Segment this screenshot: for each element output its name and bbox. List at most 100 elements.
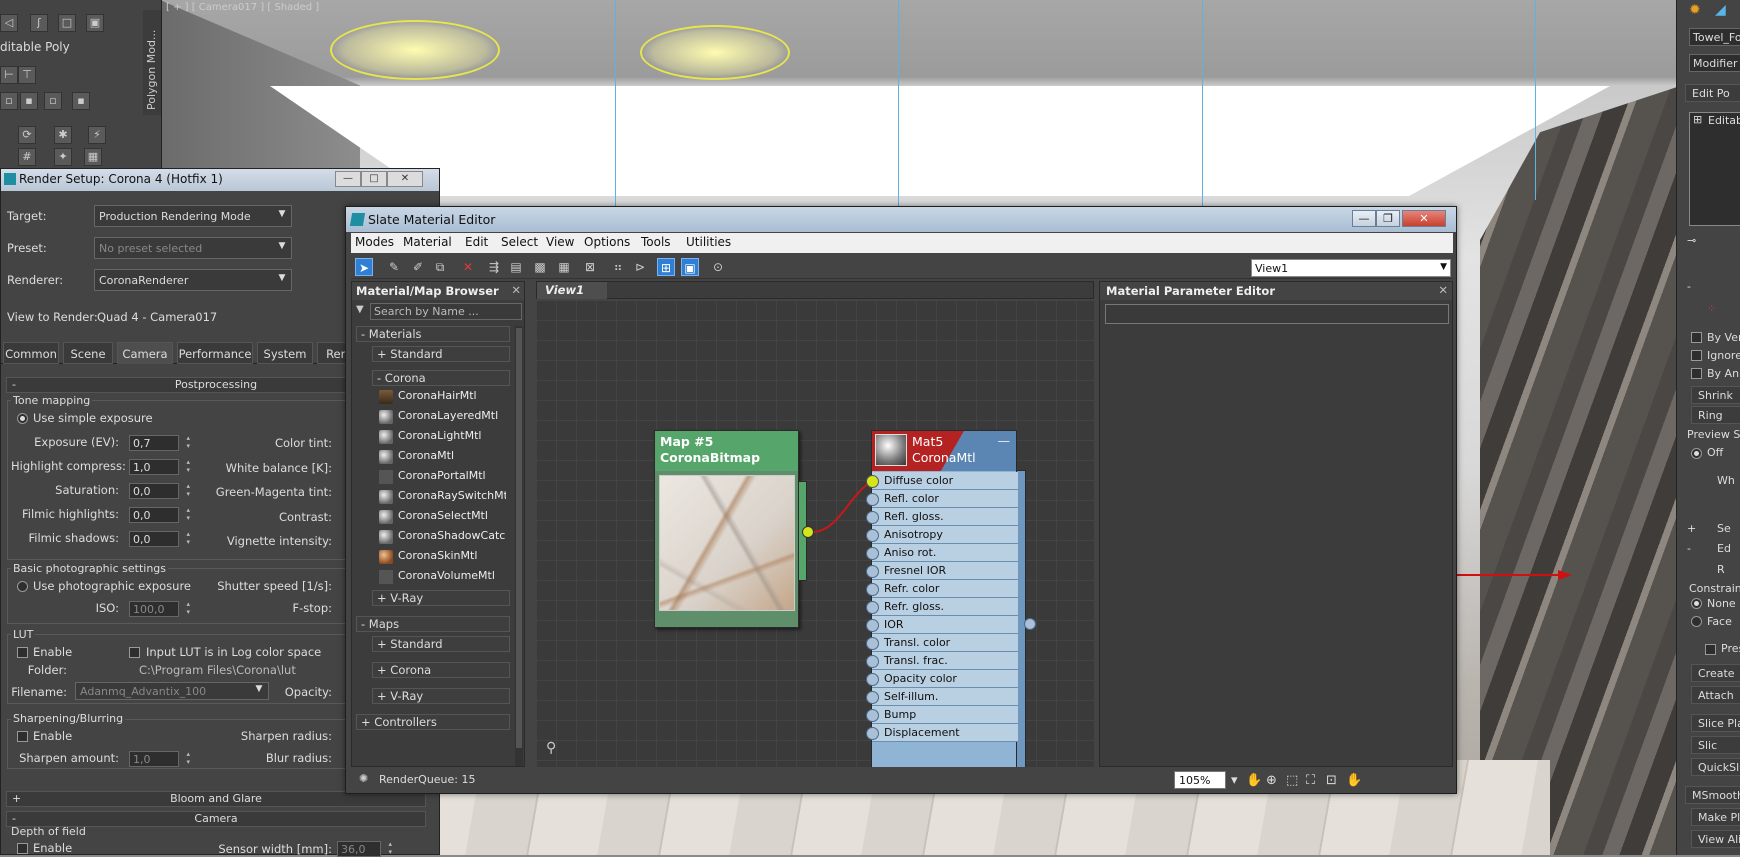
msmooth-button[interactable]: MSmooth bbox=[1685, 786, 1740, 804]
menu-utilities[interactable]: Utilities bbox=[686, 235, 731, 249]
polygon-modeling-tab[interactable]: Polygon Mod... bbox=[143, 10, 161, 115]
slot-aniso-rot[interactable]: Aniso rot. bbox=[866, 544, 1018, 562]
rollout-plus[interactable]: + bbox=[1687, 522, 1696, 535]
zoom-dropdown[interactable]: 105% bbox=[1174, 771, 1226, 789]
view-to-render-value[interactable]: Quad 4 - Camera017 bbox=[97, 310, 217, 324]
material-map-browser-toggle-icon[interactable]: ⊞ bbox=[657, 258, 675, 276]
close-icon[interactable]: ✕ bbox=[1438, 283, 1448, 297]
highlight-compress-spinner[interactable]: 1,0 bbox=[129, 458, 190, 475]
pin-stack-icon[interactable]: ⊸ bbox=[1687, 234, 1696, 247]
exposure-spinner[interactable]: 0,7 bbox=[129, 434, 190, 451]
list-item[interactable]: CoronaLayeredMtl bbox=[376, 408, 506, 426]
browser-sub-maps-vray[interactable]: + V-Ray bbox=[372, 688, 510, 704]
put-to-library-icon[interactable]: ⧉ bbox=[431, 258, 449, 276]
hide-unused-icon[interactable]: ▤ bbox=[507, 258, 525, 276]
quickslice-button[interactable]: QuickSl bbox=[1691, 758, 1740, 776]
lasso-select-icon[interactable]: ʃ bbox=[30, 14, 48, 32]
render-setup-titlebar[interactable]: Render Setup: Corona 4 (Hotfix 1) — □ ✕ bbox=[1, 169, 439, 191]
browser-sub-maps-standard[interactable]: + Standard bbox=[372, 636, 510, 652]
by-vertex-checkbox[interactable] bbox=[1691, 332, 1702, 343]
pick-material-icon[interactable]: ✎ bbox=[385, 258, 403, 276]
slot-displacement[interactable]: Displacement bbox=[866, 724, 1018, 742]
rollout-minus[interactable]: - bbox=[1687, 542, 1691, 555]
rollout-minus[interactable]: - bbox=[1687, 280, 1691, 293]
list-item[interactable]: CoronaVolumeMtl bbox=[376, 568, 506, 586]
square-icon[interactable]: □ bbox=[58, 14, 76, 32]
filmic-shadows-spinner[interactable]: 0,0 bbox=[129, 530, 190, 547]
tool-icon[interactable]: ▫ bbox=[44, 92, 62, 110]
dof-enable-checkbox[interactable] bbox=[17, 843, 28, 854]
browser-sub-corona[interactable]: - Corona bbox=[372, 370, 510, 386]
tool-icon[interactable]: ✱ bbox=[54, 126, 72, 144]
zoom-selected-icon[interactable]: ⊡ bbox=[1326, 773, 1337, 788]
tab-view1[interactable]: View1 bbox=[537, 282, 607, 299]
renderer-dropdown[interactable]: CoronaRenderer ▼ bbox=[94, 269, 292, 291]
modify-icon[interactable]: ◢ bbox=[1715, 2, 1726, 18]
slot-bump[interactable]: Bump bbox=[866, 706, 1018, 724]
stack-item-editable[interactable]: Editab bbox=[1708, 114, 1740, 127]
sharpen-amount-spinner[interactable]: 1,0 bbox=[129, 750, 190, 767]
menu-edit[interactable]: Edit bbox=[465, 235, 488, 249]
preserve-uvs-checkbox[interactable] bbox=[1705, 644, 1716, 655]
list-item[interactable]: CoronaSkinMtl bbox=[376, 548, 506, 566]
slot-refl-color[interactable]: Refl. color bbox=[866, 490, 1018, 508]
use-simple-exposure-radio[interactable] bbox=[17, 413, 28, 424]
tool-icon[interactable]: ▦ bbox=[84, 148, 102, 166]
tab-scene[interactable]: Scene bbox=[63, 342, 113, 364]
tab-camera[interactable]: Camera bbox=[117, 342, 173, 364]
parameter-editor-toggle-icon[interactable]: ▣ bbox=[681, 258, 699, 276]
zoom-region-icon[interactable]: ⬚ bbox=[1286, 773, 1298, 788]
browser-scrollbar[interactable] bbox=[515, 326, 523, 766]
binoculars-icon[interactable]: ⚲ bbox=[546, 740, 556, 756]
modifier-stack[interactable]: ⊞ Editab bbox=[1689, 112, 1740, 226]
sample-uv-icon[interactable]: ⊠ bbox=[581, 258, 599, 276]
slot-anisotropy[interactable]: Anisotropy bbox=[866, 526, 1018, 544]
restore-button[interactable]: ❐ bbox=[1376, 210, 1400, 227]
menu-options[interactable]: Options bbox=[584, 235, 630, 249]
slot-transl-frac[interactable]: Transl. frac. bbox=[866, 652, 1018, 670]
pan-to-selected-icon[interactable]: ✋ bbox=[1346, 773, 1362, 788]
preset-dropdown[interactable]: No preset selected ▼ bbox=[94, 237, 292, 259]
cube-icon[interactable]: ▣ bbox=[86, 14, 104, 32]
move-children-icon[interactable]: ⇶ bbox=[485, 258, 503, 276]
delete-icon[interactable]: ✕ bbox=[459, 258, 477, 276]
pin-icon[interactable]: ⊢ bbox=[0, 66, 18, 84]
browser-sub-standard[interactable]: + Standard bbox=[372, 346, 510, 362]
repeat-last-label[interactable]: R bbox=[1717, 563, 1725, 576]
slot-refl-gloss[interactable]: Refl. gloss. bbox=[866, 508, 1018, 526]
tool-icon[interactable]: ▪ bbox=[20, 92, 38, 110]
checker-background-icon[interactable]: ▦ bbox=[555, 258, 573, 276]
modifier-list-dropdown[interactable]: Modifier Li bbox=[1689, 54, 1740, 72]
view-select-dropdown[interactable]: View1 ▼ bbox=[1251, 259, 1451, 277]
zoom-icon[interactable]: ⊕ bbox=[1266, 773, 1277, 788]
slot-self-illum[interactable]: Self-illum. bbox=[866, 688, 1018, 706]
render-queue-icon[interactable]: ✺ bbox=[359, 772, 368, 785]
list-item[interactable]: CoronaLightMtl bbox=[376, 428, 506, 446]
minimize-button[interactable]: — bbox=[335, 171, 361, 187]
bitmap-node-header[interactable]: Map #5 CoronaBitmap bbox=[655, 431, 798, 471]
minimize-button[interactable]: — bbox=[1352, 210, 1376, 227]
close-button[interactable]: ✕ bbox=[387, 171, 423, 187]
chevron-down-icon[interactable]: ▾ bbox=[1231, 773, 1238, 788]
slot-refr-gloss[interactable]: Refr. gloss. bbox=[866, 598, 1018, 616]
options-triangle-icon[interactable]: ▼ bbox=[356, 304, 364, 315]
node-view-canvas[interactable]: Map #5 CoronaBitmap Mat5 CoronaMtl — Dif… bbox=[536, 300, 1094, 767]
menu-tools[interactable]: Tools bbox=[641, 235, 671, 249]
browser-sub-maps-corona[interactable]: + Corona bbox=[372, 662, 510, 678]
browser-cat-materials[interactable]: - Materials bbox=[356, 326, 510, 342]
material-output-socket[interactable] bbox=[1024, 618, 1036, 630]
corona-mtl-node[interactable]: Mat5 CoronaMtl — Diffuse color Refl. col… bbox=[866, 430, 1018, 767]
slice-plane-button[interactable]: Slice Pla bbox=[1691, 714, 1740, 732]
menu-view[interactable]: View bbox=[546, 235, 574, 249]
menu-select[interactable]: Select bbox=[501, 235, 538, 249]
slot-opacity-color[interactable]: Opacity color bbox=[866, 670, 1018, 688]
tool-icon[interactable]: ▪ bbox=[72, 92, 90, 110]
refresh-icon[interactable]: ⟳ bbox=[18, 126, 36, 144]
use-photo-exposure-radio[interactable] bbox=[17, 581, 28, 592]
viewport-label[interactable]: [ + ] [ Camera017 ] [ Shaded ] bbox=[166, 2, 319, 13]
list-item[interactable]: CoronaHairMtl bbox=[376, 388, 506, 406]
layout-all-icon[interactable]: ⠶ bbox=[609, 258, 627, 276]
sme-titlebar[interactable]: Slate Material Editor — ❐ ✕ bbox=[346, 207, 1456, 232]
list-item[interactable]: CoronaShadowCatc... bbox=[376, 528, 506, 546]
list-item[interactable]: CoronaRaySwitchMtl bbox=[376, 488, 506, 506]
